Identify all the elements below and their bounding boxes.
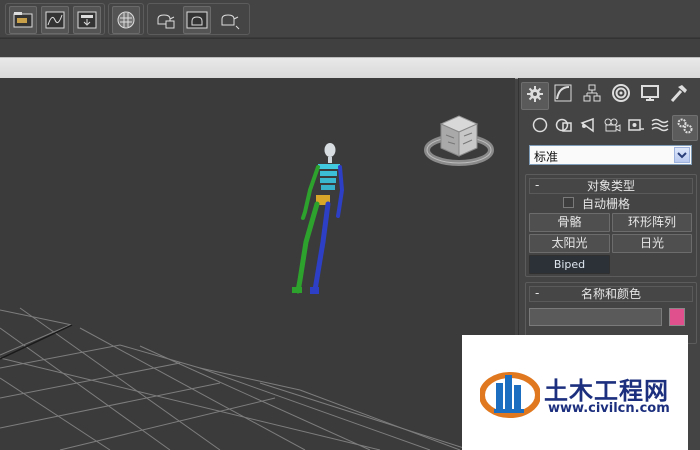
helpers-subcategory[interactable] — [624, 115, 648, 139]
viewport-header-strip — [0, 57, 700, 79]
schematic-view-button[interactable] — [73, 6, 101, 34]
lights-subcategory[interactable] — [576, 115, 600, 139]
watermark-logo: 土木工程网 www.civilcn.com — [462, 335, 688, 450]
systems-subcategory[interactable] — [672, 115, 698, 141]
display-tab[interactable] — [637, 82, 663, 108]
ribbon-bar — [0, 38, 700, 58]
bones-button[interactable]: 骨骼 — [529, 213, 610, 232]
auto-grid-checkbox[interactable] — [563, 197, 574, 208]
hierarchy-tab[interactable] — [579, 82, 605, 108]
cameras-subcategory[interactable] — [600, 115, 624, 139]
object-name-field[interactable] — [529, 308, 662, 326]
name-and-color-title: 名称和颜色 — [580, 287, 641, 301]
category-dropdown-value: 标准 — [534, 150, 559, 164]
motion-icon — [611, 83, 631, 107]
modify-icon — [553, 83, 573, 107]
chevron-down-icon[interactable] — [674, 147, 690, 163]
create-tab[interactable] — [521, 82, 549, 110]
object-color-swatch[interactable] — [669, 308, 685, 326]
material-editor-button[interactable] — [112, 6, 140, 34]
render-setup-button[interactable] — [151, 6, 179, 34]
shapes-subcategory[interactable] — [552, 115, 576, 139]
scene-explorer-button[interactable] — [9, 6, 37, 34]
render-production-icon — [218, 10, 240, 30]
toolbar-group-scene — [5, 3, 105, 35]
object-type-rollout: - 对象类型 自动栅格 骨骼 环形阵列 太阳光 日光 Biped — [525, 174, 697, 277]
civilcn-logo-icon — [480, 372, 540, 418]
biped-skeleton[interactable] — [292, 143, 345, 294]
utilities-tab[interactable] — [666, 82, 692, 108]
render-setup-icon — [154, 10, 176, 30]
material-editor-icon — [116, 10, 136, 30]
biped-button[interactable]: Biped — [529, 255, 610, 274]
display-icon — [640, 83, 660, 107]
daylight-button[interactable]: 日光 — [612, 234, 692, 253]
create-icon — [526, 85, 544, 107]
category-dropdown[interactable]: 标准 — [529, 145, 692, 165]
hammer-icon — [669, 83, 689, 107]
sunlight-button[interactable]: 太阳光 — [529, 234, 610, 253]
auto-grid-label: 自动栅格 — [582, 197, 631, 211]
watermark-url: www.civilcn.com — [548, 401, 670, 416]
schematic-view-icon — [77, 11, 97, 29]
wave-icon — [651, 117, 669, 137]
scene-explorer-icon — [13, 11, 33, 29]
perspective-viewport[interactable] — [0, 78, 515, 450]
gears-icon — [676, 117, 694, 139]
object-type-title: 对象类型 — [586, 179, 635, 193]
main-toolbar — [0, 0, 700, 38]
viewcube[interactable] — [424, 115, 494, 166]
space-warps-subcategory[interactable] — [648, 115, 672, 139]
light-icon — [579, 117, 597, 137]
hierarchy-icon — [582, 83, 602, 107]
modify-tab[interactable] — [550, 82, 576, 108]
camera-icon — [603, 117, 621, 137]
home-grid — [0, 307, 471, 450]
rendered-frame-window-icon — [186, 10, 208, 30]
object-type-rollout-header[interactable]: - 对象类型 — [529, 178, 693, 194]
render-production-button[interactable] — [215, 6, 243, 34]
curve-editor-icon — [45, 11, 65, 29]
rendered-frame-window-button[interactable] — [183, 6, 211, 34]
curve-editor-button[interactable] — [41, 6, 69, 34]
tape-measure-icon — [627, 117, 645, 137]
ring-array-button[interactable]: 环形阵列 — [612, 213, 692, 232]
shapes-icon — [555, 117, 573, 137]
motion-tab[interactable] — [608, 82, 634, 108]
geometry-subcategory[interactable] — [528, 115, 552, 139]
sphere-icon — [532, 117, 548, 137]
toolbar-group-render — [147, 3, 250, 35]
name-and-color-rollout-header[interactable]: - 名称和颜色 — [529, 286, 693, 302]
toolbar-group-material — [108, 3, 144, 35]
